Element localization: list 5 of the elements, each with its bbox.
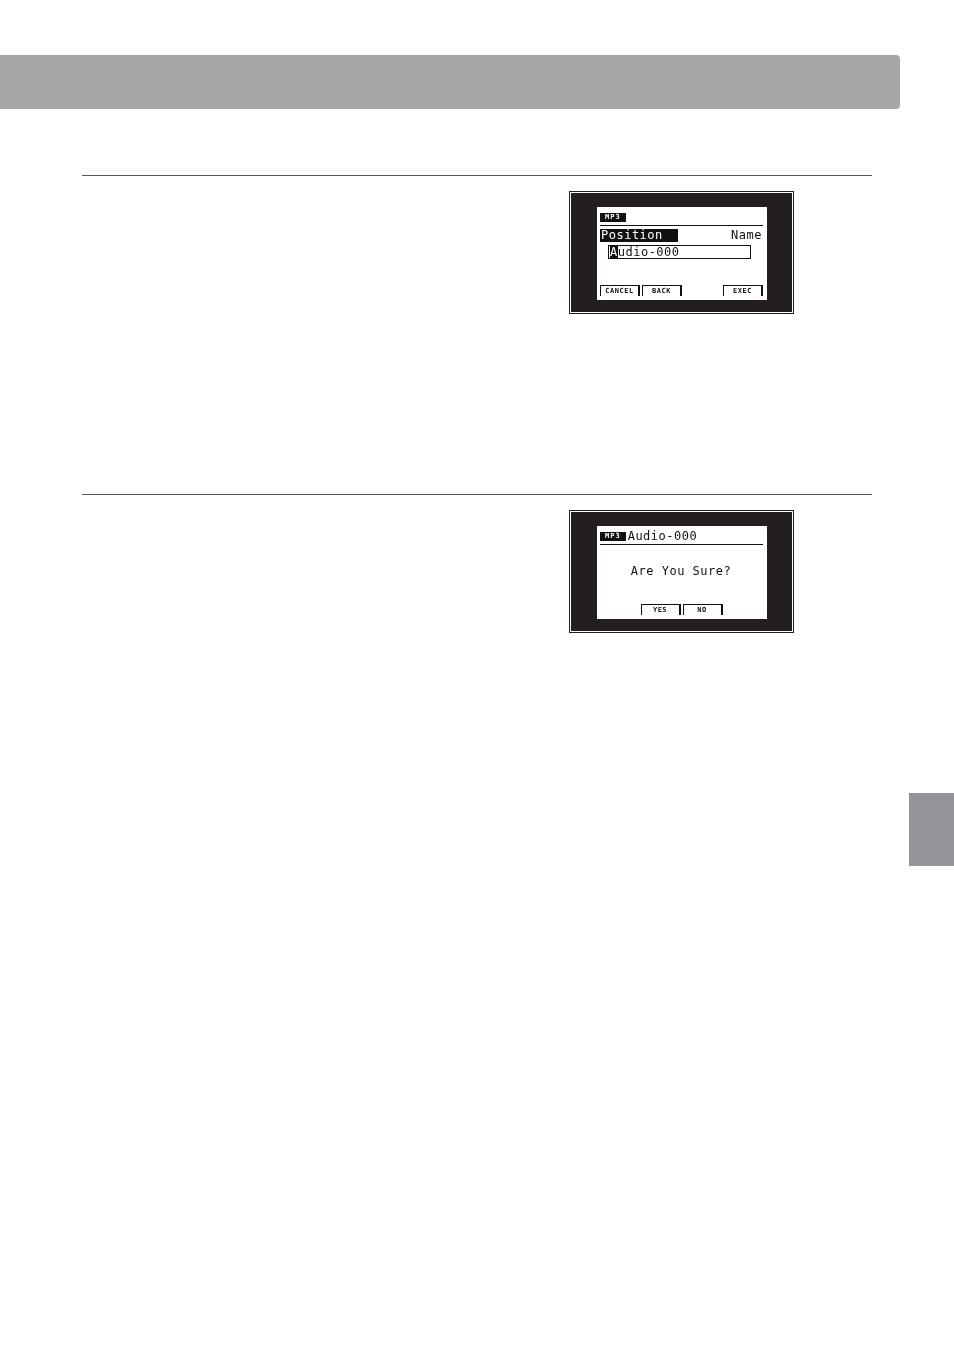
name-field[interactable]: Audio-000 — [608, 245, 751, 259]
option-tab[interactable]: Name — [730, 229, 763, 242]
option-tab[interactable]: Position — [600, 229, 678, 242]
file-title: Audio-000 — [627, 530, 698, 543]
confirm-message: Are You Sure? — [630, 565, 732, 578]
